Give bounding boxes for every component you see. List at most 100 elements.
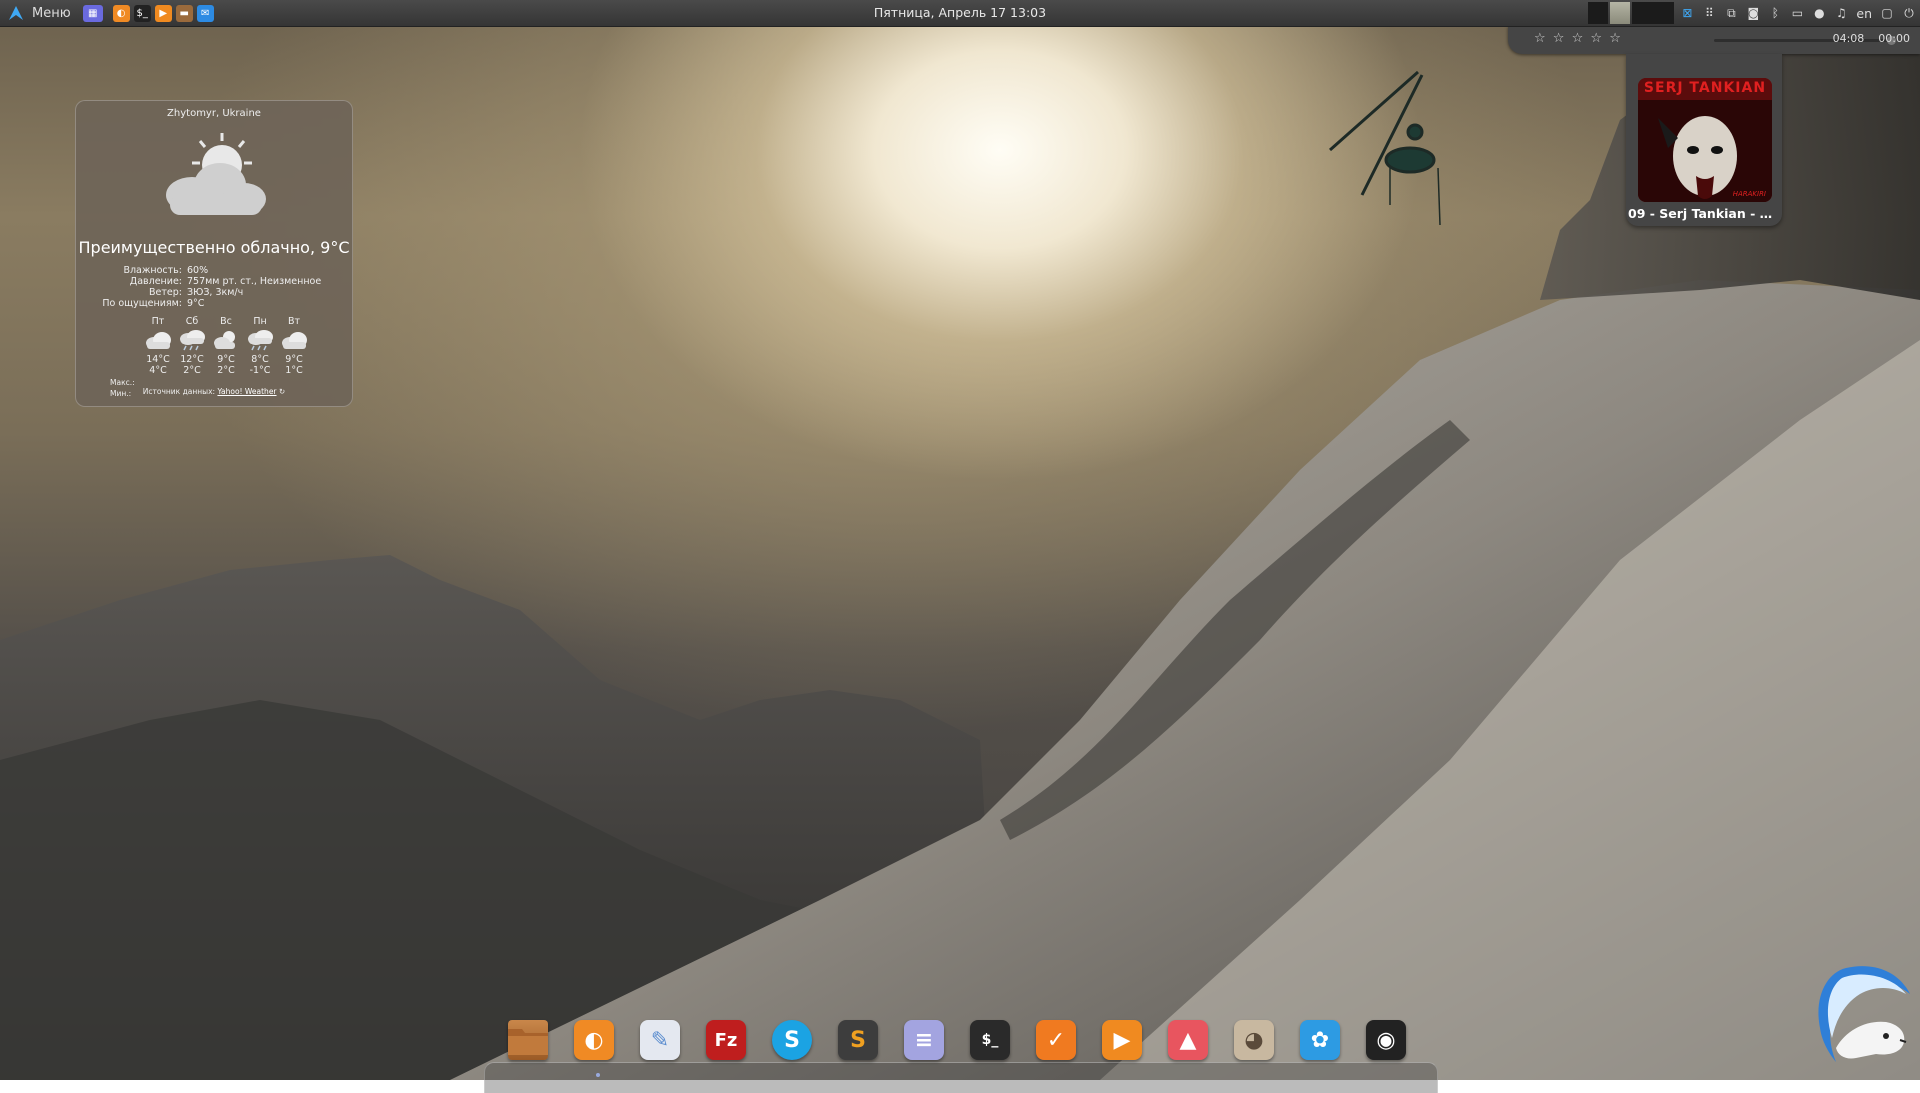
- cloudy-icon: [146, 332, 171, 349]
- menu-logo-icon: [9, 6, 23, 20]
- forecast-day-name: Вт: [287, 316, 301, 327]
- forecast-day-name: Сб: [185, 316, 199, 327]
- workspace-switcher-icon[interactable]: ⊠: [1676, 2, 1698, 24]
- filezilla-icon: Fz: [714, 1029, 738, 1051]
- remaining-time: 00:00: [1878, 32, 1910, 45]
- dock-app-terminal[interactable]: $_: [970, 1020, 1010, 1060]
- forecast-max: 12°C: [180, 354, 204, 365]
- detail-row: По ощущениям: 9°C: [76, 298, 352, 309]
- play-icon: ▶: [1113, 1027, 1131, 1053]
- track-title: 09 - Serj Tankian - Re...: [1628, 206, 1780, 221]
- dock-app-steam[interactable]: ◉: [1366, 1020, 1406, 1060]
- star-icon[interactable]: ☆: [1609, 31, 1622, 46]
- dock-app-firefox[interactable]: ◐: [574, 1020, 614, 1060]
- dock-shelf: [484, 1062, 1438, 1093]
- max-label: Макс.:: [110, 378, 135, 387]
- track-times: 04:08 00:00: [1833, 32, 1910, 45]
- detail-value: 757мм рт. ст., Неизменное: [187, 276, 322, 287]
- network-icon[interactable]: ▭: [1786, 2, 1808, 24]
- running-indicator: [596, 1073, 600, 1077]
- star-icon[interactable]: ☆: [1553, 31, 1566, 46]
- dock-app-filezilla[interactable]: Fz: [706, 1020, 746, 1060]
- detail-key: Ветер:: [149, 287, 182, 298]
- settings-icon: ✿: [1310, 1027, 1330, 1053]
- screenshot-icon[interactable]: ⧉: [1720, 2, 1742, 24]
- system-tray: ⊠ ⠿ ⧉ ◙ ᛒ ▭ ● ♫ en ▢ ⏻: [1588, 0, 1920, 26]
- detail-key: Давление:: [129, 276, 182, 287]
- album-art[interactable]: SERJ TANKIAN HARAKIRI: [1638, 78, 1772, 202]
- bluetooth-icon[interactable]: ᛒ: [1764, 2, 1786, 24]
- dock-app-files[interactable]: [508, 1020, 548, 1060]
- window-thumbnail[interactable]: [1610, 2, 1631, 24]
- forecast-day: Вс 9°C 2°C: [209, 316, 243, 376]
- forecast-min: 4°C: [149, 365, 167, 376]
- power-icon[interactable]: ⏻: [1898, 2, 1920, 24]
- forecast-day-name: Пт: [151, 316, 165, 327]
- dock-app-skype[interactable]: S: [772, 1020, 812, 1060]
- firefox-icon[interactable]: ◐: [112, 4, 130, 22]
- dock-app-gimp[interactable]: ◕: [1234, 1020, 1274, 1060]
- skier-figure: [1329, 70, 1441, 226]
- thunderbird-icon[interactable]: ✉: [196, 4, 214, 22]
- media-player-icon[interactable]: ▶: [154, 4, 172, 22]
- skype-icon: S: [784, 1027, 800, 1053]
- dock-app-sublime-text[interactable]: S: [838, 1020, 878, 1060]
- dock-app-text-editor[interactable]: ≡: [904, 1020, 944, 1060]
- star-icon[interactable]: ☆: [1572, 31, 1585, 46]
- window-thumbnail[interactable]: [1632, 2, 1675, 24]
- album-card: SERJ TANKIAN HARAKIRI 09 - Serj Tankian …: [1626, 54, 1782, 226]
- sublime-icon: S: [850, 1027, 866, 1053]
- dock-app-media-player[interactable]: ▶: [1102, 1020, 1142, 1060]
- user-icon[interactable]: ●: [1808, 2, 1830, 24]
- rating-stars[interactable]: ☆ ☆ ☆ ☆ ☆: [1534, 31, 1623, 46]
- quick-launcher: ▦ ◐ $_ ▶ ▬ ✉: [82, 4, 214, 22]
- detail-row: Влажность: 60%: [76, 265, 352, 276]
- steam-icon: ◉: [1376, 1027, 1396, 1053]
- forecast-day: Сб 12°C 2°C: [175, 316, 209, 376]
- detail-row: Ветер: ЗЮЗ, 3км/ч: [76, 287, 352, 298]
- rain-icon: [180, 330, 205, 351]
- image-icon: ▲: [1179, 1027, 1197, 1053]
- forecast-day: Пт 14°C 4°C: [141, 316, 175, 376]
- document-icon: ≡: [914, 1027, 934, 1053]
- window-icon[interactable]: ▢: [1876, 2, 1898, 24]
- dock: ◐ ✎ Fz S S ≡ $_ ✓ ▶ ▲ ◕ ✿ ◉: [508, 1020, 1406, 1064]
- forecast-max: 8°C: [251, 354, 269, 365]
- partly-cloudy-icon: [214, 331, 235, 349]
- dock-app-writer[interactable]: ✎: [640, 1020, 680, 1060]
- source-link[interactable]: Yahoo! Weather: [217, 387, 276, 396]
- external-link-icon[interactable]: ↻: [279, 387, 285, 396]
- weather-source: Источник данных: Yahoo! Weather ↻: [76, 387, 352, 396]
- presentation-icon: ✓: [1046, 1027, 1066, 1053]
- source-prefix: Источник данных:: [142, 387, 216, 396]
- menu-button[interactable]: Меню: [0, 0, 79, 26]
- detail-key: По ощущениям:: [102, 298, 182, 309]
- detail-key: Влажность:: [123, 265, 182, 276]
- language-indicator[interactable]: en: [1852, 2, 1876, 24]
- clock-text[interactable]: Пятница, Апрель 17 13:03: [874, 5, 1046, 20]
- apps-grid-icon[interactable]: ⠿: [1698, 2, 1720, 24]
- forecast-min: -1°C: [249, 365, 271, 376]
- detail-value: 9°C: [187, 298, 205, 309]
- files-icon[interactable]: ▬: [175, 4, 193, 22]
- top-panel: Меню ▦ ◐ $_ ▶ ▬ ✉ Пятница, Апрель 17 13:…: [0, 0, 1920, 27]
- terminal-icon: $_: [981, 1032, 999, 1048]
- terminal-icon[interactable]: $_: [133, 4, 151, 22]
- weather-condition: Преимущественно облачно, 9°C: [78, 238, 350, 257]
- dock-app-image-viewer[interactable]: ▲: [1168, 1020, 1208, 1060]
- star-icon[interactable]: ☆: [1534, 31, 1547, 46]
- dock-app-settings[interactable]: ✿: [1300, 1020, 1340, 1060]
- weather-desklet: Zhytomyr, Ukraine Преимущественно облачн…: [75, 100, 353, 407]
- music-icon[interactable]: ♫: [1830, 2, 1852, 24]
- folder-icon: [508, 1029, 548, 1055]
- dock-app-presentation[interactable]: ✓: [1036, 1020, 1076, 1060]
- album-art-image: [1638, 78, 1772, 202]
- camera-icon[interactable]: ◙: [1742, 2, 1764, 24]
- media-player-bar: ☆ ☆ ☆ ☆ ☆ 04:08 00:00: [1508, 26, 1920, 54]
- star-icon[interactable]: ☆: [1590, 31, 1603, 46]
- window-thumbnail[interactable]: [1588, 2, 1609, 24]
- detail-row: Давление: 757мм рт. ст., Неизменное: [76, 276, 352, 287]
- mascot-logo-icon: [1818, 966, 1910, 1062]
- workspace-icon[interactable]: ▦: [82, 4, 103, 22]
- detail-value: ЗЮЗ, 3км/ч: [187, 287, 244, 298]
